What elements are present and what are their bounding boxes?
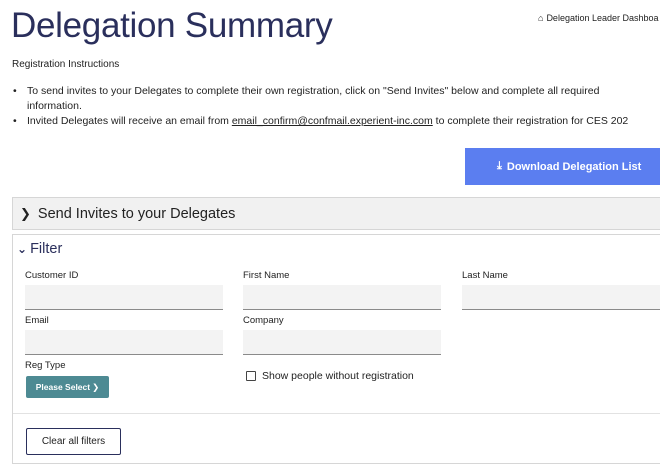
instruction-email-prefix: Invited Delegates will receive an email …	[27, 115, 232, 127]
list-item: • To send invites to your Delegates to c…	[11, 84, 660, 114]
filter-toggle[interactable]: ⌄ Filter	[17, 241, 62, 257]
show-without-registration-checkbox[interactable]	[246, 371, 256, 381]
first-name-label: First Name	[243, 270, 290, 281]
filter-panel: ⌄ Filter Customer ID First Name Last Name…	[12, 234, 660, 464]
confirm-email-link[interactable]: email_confirm@confmail.experient-inc.com	[232, 115, 433, 127]
reg-type-label: Reg Type	[25, 360, 66, 371]
show-without-registration-option[interactable]: Show people without registration	[246, 370, 414, 382]
instruction-send-invites: To send invites to your Delegates to com…	[27, 85, 600, 112]
email-field[interactable]	[25, 330, 223, 355]
show-without-registration-label: Show people without registration	[262, 370, 414, 382]
download-button-label: Download Delegation List	[506, 160, 642, 173]
reg-type-select-button[interactable]: Please Select ❯	[26, 376, 109, 398]
instructions-list: • To send invites to your Delegates to c…	[11, 84, 660, 129]
breadcrumb-label: Delegation Leader Dashboa	[546, 13, 659, 23]
chevron-down-icon: ⌄	[17, 242, 28, 256]
download-delegation-list-button[interactable]: ⤓ Download Delegation List	[465, 148, 660, 185]
home-icon: ⌂	[538, 13, 544, 23]
send-invites-label: Send Invites to your Delegates	[37, 205, 236, 222]
list-item: • Invited Delegates will receive an emai…	[11, 114, 660, 129]
chevron-right-icon: ❯	[20, 205, 31, 221]
breadcrumb[interactable]: ⌂ Delegation Leader Dashboa	[538, 13, 659, 23]
customer-id-label: Customer ID	[25, 270, 79, 281]
bullet: •	[13, 115, 17, 127]
filter-title-label: Filter	[30, 241, 63, 257]
instruction-email-suffix: to complete their registration for CES 2…	[432, 115, 629, 127]
last-name-input[interactable]	[462, 285, 660, 310]
company-label: Company	[243, 315, 284, 326]
divider	[13, 413, 660, 414]
last-name-label: Last Name	[462, 270, 508, 281]
company-input[interactable]	[243, 330, 441, 355]
instruction-email-info: Invited Delegates will receive an email …	[27, 114, 628, 129]
customer-id-input[interactable]	[25, 285, 223, 310]
send-invites-section-header[interactable]: ❯ Send Invites to your Delegates	[12, 197, 660, 230]
email-label: Email	[25, 315, 49, 326]
chevron-right-icon: ❯	[92, 381, 100, 392]
first-name-input[interactable]	[243, 285, 441, 310]
page-title: Delegation Summary	[11, 6, 333, 45]
reg-type-select-label: Please Select	[35, 382, 91, 392]
bullet: •	[13, 85, 17, 97]
download-icon: ⤓	[497, 160, 502, 172]
clear-all-filters-button[interactable]: Clear all filters	[26, 428, 121, 455]
registration-instructions-heading: Registration Instructions	[12, 59, 120, 70]
